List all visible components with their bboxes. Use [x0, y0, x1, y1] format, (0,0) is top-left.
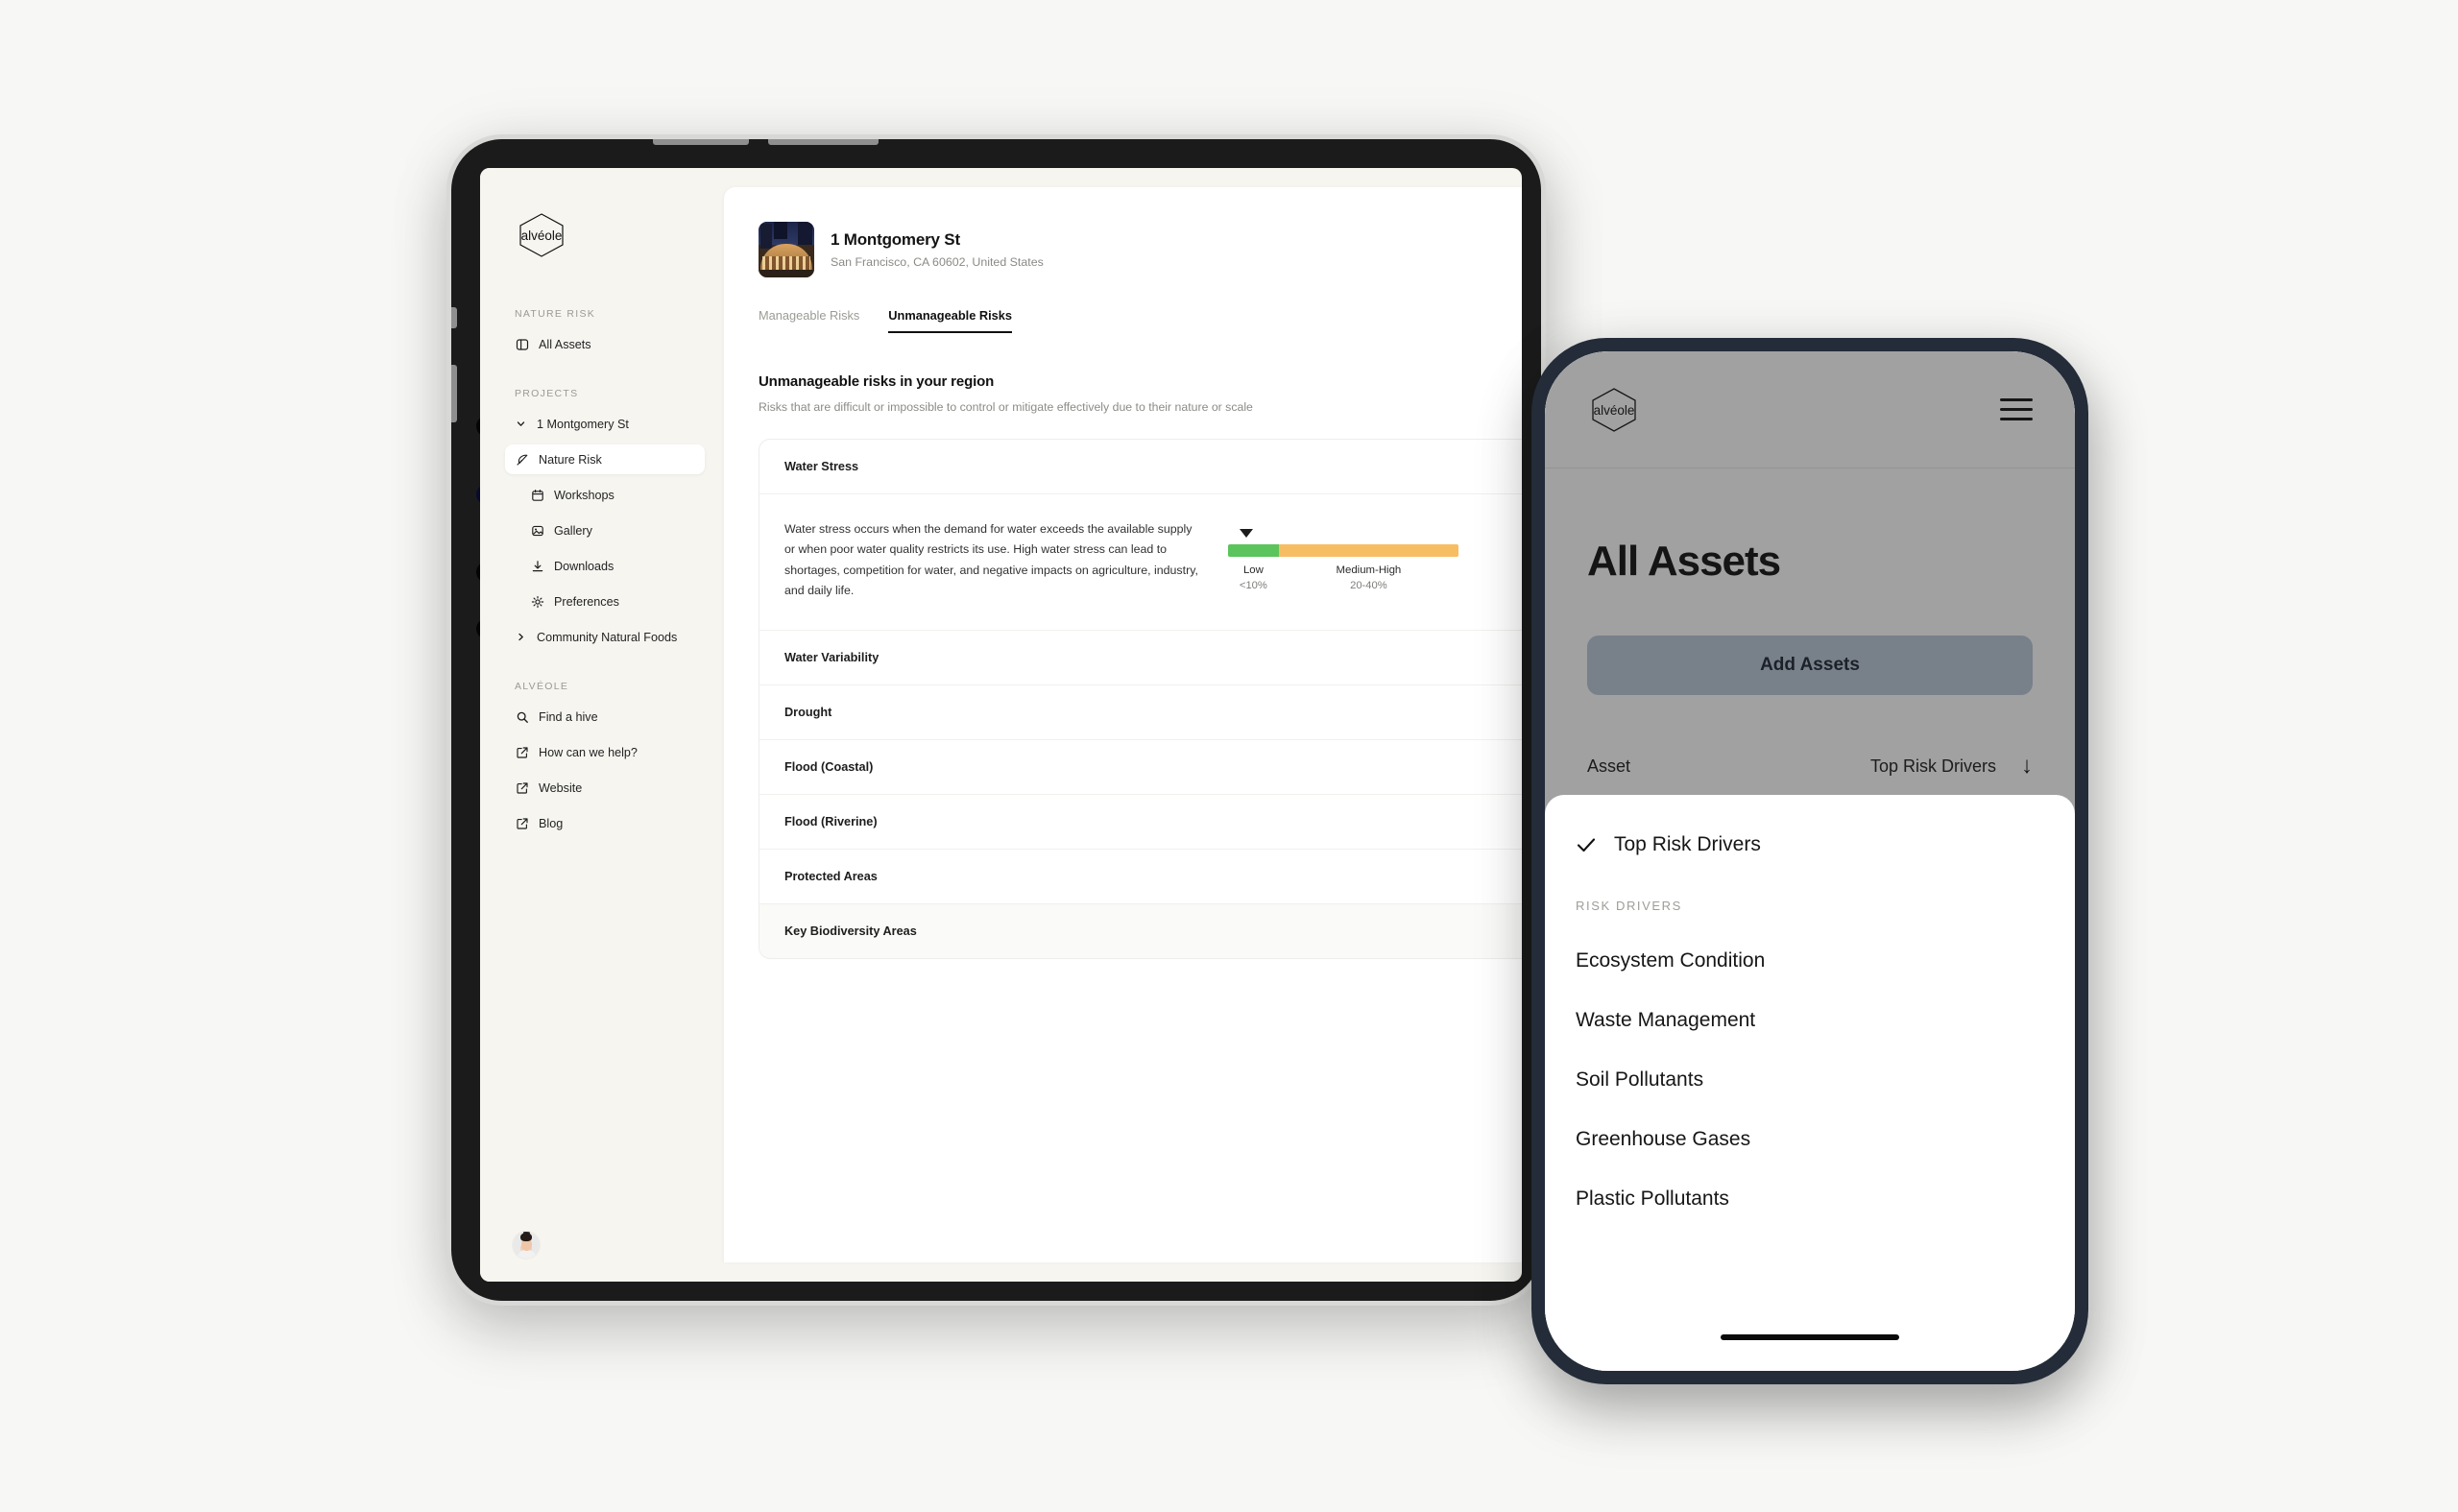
sidebar-item-label: Downloads — [554, 559, 614, 573]
phone-device: alvéole All Assets Add Assets Asset Top … — [1531, 338, 2088, 1384]
sidebar-section-alveole: ALVÉOLE Find a hive How can we help? Web… — [480, 681, 722, 838]
gauge-label-low: Low <10% — [1228, 564, 1279, 591]
chevron-right-icon — [515, 632, 527, 642]
risk-row-drought[interactable]: Drought — [759, 685, 1522, 741]
sidebar-item-label: 1 Montgomery St — [537, 417, 629, 431]
sidebar-item-website[interactable]: Website — [505, 773, 705, 803]
sidebar-item-blog[interactable]: Blog — [505, 808, 705, 838]
risk-list: Water Stress Water stress occurs when th… — [759, 439, 1522, 960]
page-title: 1 Montgomery St — [831, 230, 960, 249]
water-stress-gauge: Low <10% Medium-High 20-40% — [1228, 529, 1458, 591]
gauge-range-text: 20-40% — [1350, 580, 1387, 592]
search-icon — [515, 709, 529, 724]
tablet-top-button-1 — [653, 139, 749, 145]
sidebar-item-label: Nature Risk — [539, 452, 602, 467]
gauge-label-medium-high: Medium-High 20-40% — [1279, 564, 1458, 591]
asset-address: San Francisco, CA 60602, United States — [831, 255, 1044, 269]
risk-row-key-biodiversity-areas[interactable]: Key Biodiversity Areas — [759, 904, 1522, 959]
feather-icon — [515, 452, 529, 467]
sidebar-item-label: All Assets — [539, 337, 591, 351]
phone-screen: alvéole All Assets Add Assets Asset Top … — [1545, 351, 2075, 1371]
risk-detail-water-stress: Water stress occurs when the demand for … — [759, 494, 1522, 632]
tab-manageable-risks[interactable]: Manageable Risks — [759, 308, 859, 333]
risk-row-flood-coastal[interactable]: Flood (Coastal) — [759, 740, 1522, 796]
external-link-icon — [515, 745, 529, 759]
asset-header: 1 Montgomery St San Francisco, CA 60602,… — [759, 222, 1522, 277]
gauge-label-text: Low — [1242, 564, 1264, 577]
image-icon — [530, 523, 544, 538]
chevron-down-icon — [515, 419, 527, 429]
risk-row-protected-areas[interactable]: Protected Areas — [759, 850, 1522, 905]
sheet-item-greenhouse-gases[interactable]: Greenhouse Gases — [1576, 1128, 2046, 1151]
sidebar-section-label-nature-risk: NATURE RISK — [515, 308, 596, 320]
sidebar-item-label: Gallery — [554, 523, 592, 538]
sidebar-item-label: Preferences — [554, 594, 619, 609]
tablet-screen: alvéole NATURE RISK All Assets PROJECTS — [480, 168, 1522, 1282]
tablet-power-button — [451, 365, 457, 422]
gauge-segment-low — [1228, 544, 1279, 558]
sheet-item-waste-management[interactable]: Waste Management — [1576, 1009, 2046, 1032]
sheet-item-plastic-pollutants[interactable]: Plastic Pollutants — [1576, 1188, 2046, 1211]
tablet-top-button-2 — [768, 139, 879, 145]
risk-row-water-stress[interactable]: Water Stress — [759, 440, 1522, 494]
sidebar-section-label-alveole: ALVÉOLE — [515, 681, 569, 692]
sidebar-item-label: Website — [539, 780, 583, 795]
sidebar-section-nature-risk: NATURE RISK All Assets — [480, 308, 722, 359]
layers-icon — [515, 337, 529, 351]
sidebar-item-how-can-we-help[interactable]: How can we help? — [505, 737, 705, 767]
sidebar-item-label: Community Natural Foods — [537, 630, 678, 644]
home-indicator — [1721, 1334, 1899, 1340]
sidebar: alvéole NATURE RISK All Assets PROJECTS — [480, 168, 722, 1282]
sidebar-item-1-montgomery-st[interactable]: 1 Montgomery St — [505, 409, 705, 439]
avatar[interactable] — [513, 1232, 540, 1259]
sidebar-item-label: How can we help? — [539, 745, 638, 759]
canvas: alvéole NATURE RISK All Assets PROJECTS — [0, 0, 2458, 1512]
sidebar-item-all-assets[interactable]: All Assets — [505, 329, 705, 359]
tablet-device: alvéole NATURE RISK All Assets PROJECTS — [446, 134, 1546, 1306]
risk-driver-bottom-sheet: Top Risk Drivers RISK DRIVERS Ecosystem … — [1545, 795, 2075, 1371]
sidebar-section-label-projects: PROJECTS — [515, 388, 579, 399]
risk-description: Water stress occurs when the demand for … — [784, 522, 1198, 597]
main-card: 1 Montgomery St San Francisco, CA 60602,… — [724, 187, 1522, 1262]
sheet-selected-option[interactable]: Top Risk Drivers — [1574, 828, 2046, 856]
tablet-volume-button — [451, 307, 457, 328]
sidebar-item-workshops[interactable]: Workshops — [520, 480, 705, 510]
sidebar-item-label: Workshops — [554, 488, 614, 502]
sidebar-item-label: Find a hive — [539, 709, 598, 724]
sidebar-item-community-natural-foods[interactable]: Community Natural Foods — [505, 622, 705, 652]
sidebar-item-gallery[interactable]: Gallery — [520, 516, 705, 545]
download-icon — [530, 559, 544, 573]
external-link-icon — [515, 816, 529, 830]
sheet-selected-label: Top Risk Drivers — [1614, 833, 1761, 855]
sidebar-item-nature-risk[interactable]: Nature Risk — [505, 444, 705, 474]
risk-tabs: Manageable Risks Unmanageable Risks — [759, 308, 1522, 333]
main-content: 1 Montgomery St San Francisco, CA 60602,… — [722, 168, 1522, 1282]
sidebar-item-find-a-hive[interactable]: Find a hive — [505, 702, 705, 732]
sidebar-item-label: Blog — [539, 816, 564, 830]
gauge-bar — [1228, 544, 1458, 558]
sheet-item-ecosystem-condition[interactable]: Ecosystem Condition — [1576, 949, 2046, 972]
external-link-icon — [515, 780, 529, 795]
calendar-icon — [530, 488, 544, 502]
sidebar-item-downloads[interactable]: Downloads — [520, 551, 705, 581]
alveole-logo: alvéole — [515, 212, 568, 258]
check-icon — [1576, 834, 1597, 855]
sidebar-section-projects: PROJECTS 1 Montgomery St Nature Risk Wor… — [480, 388, 722, 652]
risk-row-flood-riverine[interactable]: Flood (Riverine) — [759, 795, 1522, 851]
tab-unmanageable-risks[interactable]: Unmanageable Risks — [888, 308, 1013, 333]
gauge-range-text: <10% — [1239, 580, 1267, 592]
sidebar-item-preferences[interactable]: Preferences — [520, 587, 705, 616]
gear-icon — [530, 594, 544, 609]
section-title: Unmanageable risks in your region — [759, 373, 995, 390]
asset-thumbnail — [759, 222, 814, 277]
sheet-item-soil-pollutants[interactable]: Soil Pollutants — [1576, 1068, 2046, 1092]
gauge-marker-icon — [1240, 529, 1254, 539]
gauge-segment-medium-high — [1278, 544, 1458, 558]
svg-text:alvéole: alvéole — [521, 228, 563, 243]
gauge-label-text: Medium-High — [1336, 564, 1402, 577]
section-description: Risks that are difficult or impossible t… — [759, 400, 1253, 414]
gauge-labels: Low <10% Medium-High 20-40% — [1228, 564, 1458, 591]
risk-row-water-variability[interactable]: Water Variability — [759, 631, 1522, 686]
sheet-group-label: RISK DRIVERS — [1576, 899, 1682, 913]
